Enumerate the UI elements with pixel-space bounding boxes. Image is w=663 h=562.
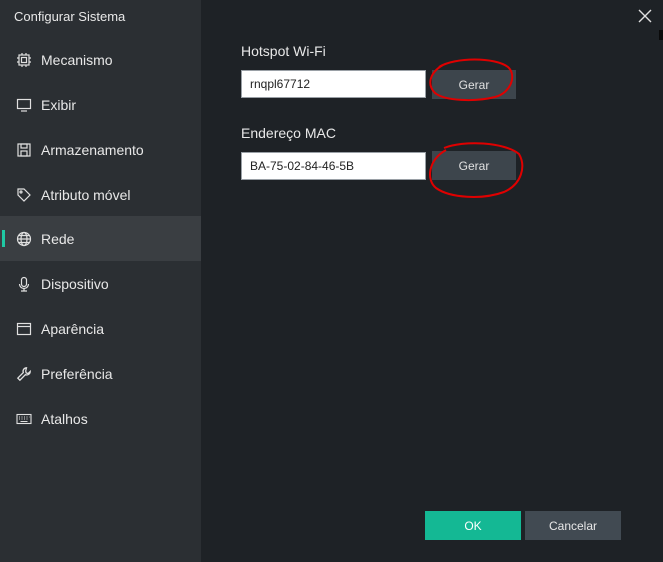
ok-button[interactable]: OK	[425, 511, 521, 540]
monitor-icon	[16, 97, 32, 113]
generate-mac-button[interactable]: Gerar	[432, 151, 516, 180]
mac-label: Endereço MAC	[241, 125, 336, 141]
mac-input[interactable]	[241, 152, 426, 180]
sidebar: Configurar Sistema Mecanismo Exibir Arma…	[0, 0, 201, 562]
sidebar-item-label: Preferência	[41, 365, 113, 382]
hotspot-input[interactable]	[241, 70, 426, 98]
sidebar-item-label: Exibir	[41, 96, 77, 113]
sidebar-item-label: Aparência	[41, 320, 105, 337]
close-button[interactable]	[636, 7, 654, 25]
window-title: Configurar Sistema	[14, 9, 126, 24]
sidebar-item-armazenamento[interactable]: Armazenamento	[0, 127, 201, 172]
chip-icon	[16, 52, 32, 68]
sidebar-item-rede[interactable]: Rede	[0, 216, 201, 261]
sidebar-item-aparencia[interactable]: Aparência	[0, 306, 201, 351]
sidebar-item-label: Armazenamento	[41, 141, 144, 158]
sidebar-item-label: Mecanismo	[41, 51, 113, 68]
sidebar-item-exibir[interactable]: Exibir	[0, 82, 201, 127]
sidebar-item-mecanismo[interactable]: Mecanismo	[0, 37, 201, 82]
sidebar-item-label: Atalhos	[41, 410, 88, 427]
globe-icon	[16, 231, 32, 247]
window-icon	[16, 321, 32, 337]
microphone-icon	[16, 276, 32, 292]
tag-icon	[16, 187, 32, 203]
sidebar-item-label: Rede	[41, 230, 75, 247]
sidebar-item-preferencia[interactable]: Preferência	[0, 351, 201, 396]
close-icon	[638, 9, 652, 23]
sidebar-item-dispositivo[interactable]: Dispositivo	[0, 261, 201, 306]
generate-hotspot-button[interactable]: Gerar	[432, 70, 516, 99]
window-edge	[659, 30, 663, 40]
cancel-button[interactable]: Cancelar	[525, 511, 621, 540]
sidebar-item-label: Atributo móvel	[41, 186, 131, 203]
sidebar-item-atributo-movel[interactable]: Atributo móvel	[0, 172, 201, 217]
hotspot-label: Hotspot Wi-Fi	[241, 43, 326, 59]
keyboard-icon	[16, 411, 32, 427]
sidebar-item-label: Dispositivo	[41, 275, 109, 292]
save-icon	[16, 142, 32, 158]
wrench-icon	[16, 366, 32, 382]
sidebar-item-atalhos[interactable]: Atalhos	[0, 396, 201, 441]
